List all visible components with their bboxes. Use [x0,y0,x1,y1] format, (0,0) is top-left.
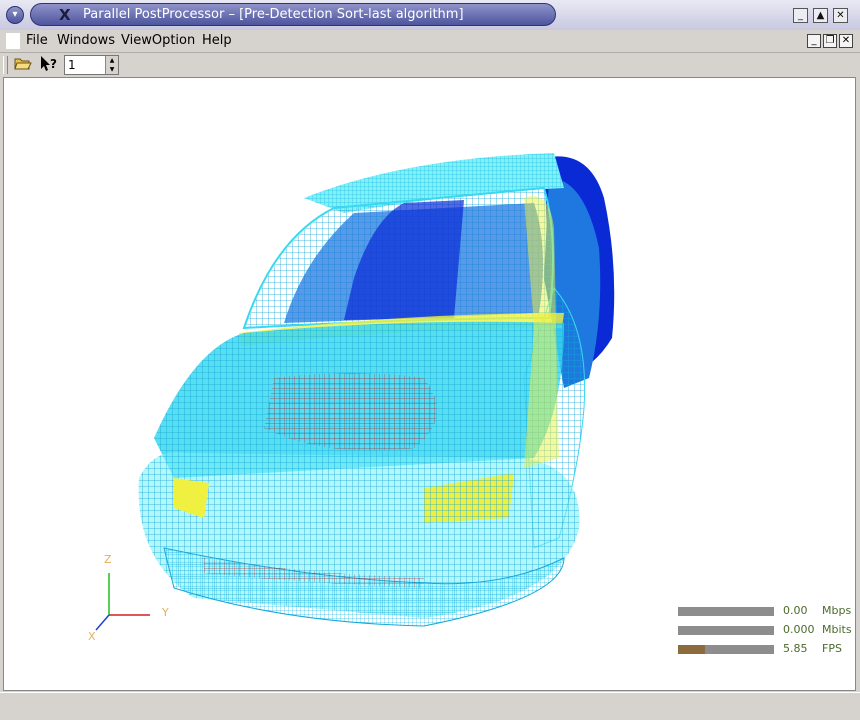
render-viewport[interactable]: Z Y X 0.00 Mbps 0.000 Mbits 5.85 FPS [3,77,856,691]
maximize-button[interactable]: ▲ [813,8,828,23]
statusbar [0,692,860,720]
mbits-value: 0.000 [783,623,815,636]
mbps-value: 0.00 [783,604,808,617]
axis-triad: Z Y X [88,553,169,643]
fps-meter [678,645,774,654]
mbits-meter [678,626,774,635]
mbps-meter [678,607,774,616]
fps-unit: FPS [822,642,842,655]
x-axis-line [95,614,110,631]
mdi-close-button[interactable]: ✕ [839,34,853,48]
z-axis-label: Z [104,553,112,566]
x-logo-icon: X [59,6,71,24]
menu-help[interactable]: Help [202,33,232,48]
open-folder-icon[interactable] [13,55,33,75]
menu-windows[interactable]: Windows [57,33,115,48]
menubar: File Windows ViewOption Help _ ❐ ✕ [0,30,860,53]
window-menu-button[interactable]: ▾ [6,6,24,24]
menubar-grip [6,33,20,49]
svg-text:?: ? [50,57,57,71]
toolbar: ? 1 ▲ ▼ [0,53,860,77]
frame-spinbox[interactable]: 1 ▲ ▼ [64,55,119,75]
mbits-unit: Mbits [822,623,852,636]
window-titlebar: ▾ X Parallel PostProcessor – [Pre-Detect… [0,0,860,30]
car-mesh-render: Z Y X [88,153,615,643]
y-axis-label: Y [161,606,169,619]
mdi-minimize-button[interactable]: _ [807,34,821,48]
fps-meter-fill [678,645,705,654]
minimize-button[interactable]: _ [793,8,808,23]
close-button[interactable]: ✕ [833,8,848,23]
window-title: Parallel PostProcessor – [Pre-Detection … [83,7,464,22]
mdi-restore-button[interactable]: ❐ [823,34,837,48]
frame-spinbox-value: 1 [68,58,76,72]
mbps-unit: Mbps [822,604,852,617]
title-pill[interactable]: X Parallel PostProcessor – [Pre-Detectio… [30,3,556,26]
menu-file[interactable]: File [26,33,48,48]
fps-value: 5.85 [783,642,808,655]
whats-this-help-icon[interactable]: ? [39,55,59,75]
toolbar-grip[interactable] [3,56,8,74]
x-axis-label: X [88,630,96,643]
spinbox-arrows[interactable]: ▲ ▼ [105,56,118,74]
menu-viewoption[interactable]: ViewOption [121,33,195,48]
